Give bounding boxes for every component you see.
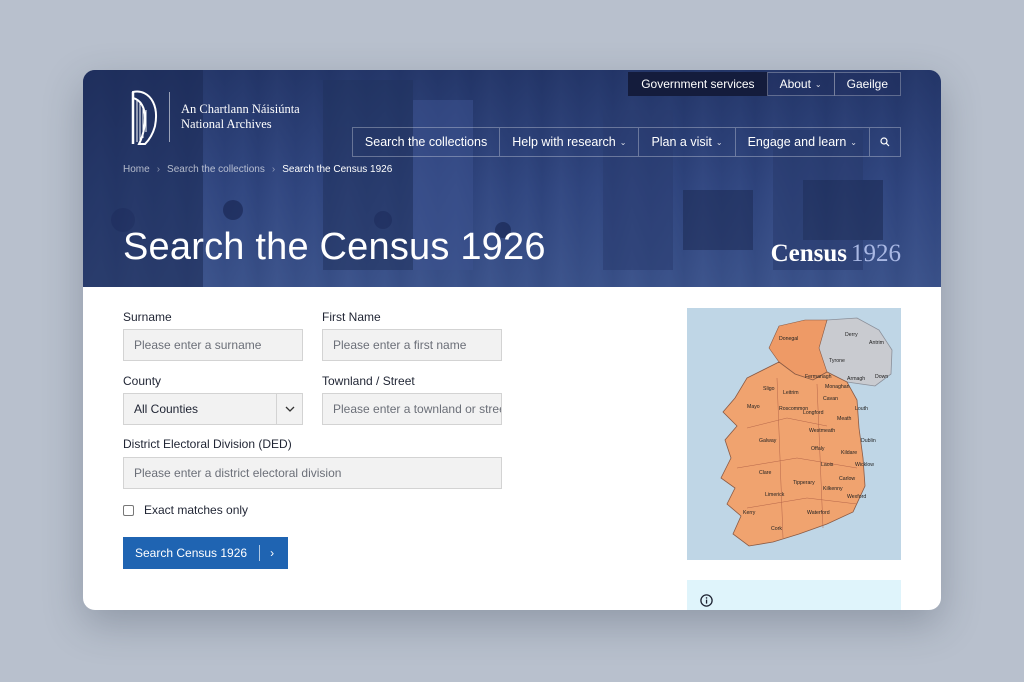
census-logo-word: Census — [770, 240, 847, 267]
info-icon — [700, 594, 713, 607]
button-divider — [259, 545, 261, 561]
search-icon — [880, 137, 890, 147]
chevron-down-icon — [285, 406, 294, 412]
map-label-kilkenny: Kilkenny — [823, 486, 843, 492]
select-chevron-icon — [276, 394, 302, 424]
map-label-antrim: Antrim — [869, 340, 884, 346]
about-menu[interactable]: About ⌄ — [766, 72, 835, 96]
firstname-label: First Name — [322, 310, 381, 324]
search-census-label: Search Census 1926 — [135, 546, 248, 560]
chevron-down-icon: ⌄ — [715, 137, 723, 147]
logo-english-name: National Archives — [181, 117, 272, 131]
site-header: An Chartlann Náisiúnta National Archives… — [83, 70, 941, 287]
map-label-armagh: Armagh — [847, 376, 865, 382]
map-label-clare: Clare — [759, 470, 772, 476]
exact-matches-label: Exact matches only — [144, 503, 249, 517]
map-label-donegal: Donegal — [779, 336, 798, 342]
map-label-waterford: Waterford — [807, 510, 830, 516]
nav-plan-visit[interactable]: Plan a visit ⌄ — [638, 127, 735, 157]
harp-icon — [131, 90, 158, 145]
logo-text: An Chartlann Náisiúnta National Archives — [181, 102, 300, 132]
chevron-down-icon: ⌄ — [850, 137, 857, 147]
map-label-offaly: Offaly — [811, 446, 825, 452]
chevron-right-icon: › — [270, 546, 275, 560]
surname-field[interactable]: Please enter a surname — [123, 329, 303, 361]
breadcrumb-search-collections[interactable]: Search the collections — [167, 164, 265, 175]
gaeilge-link[interactable]: Gaeilge — [833, 72, 901, 96]
map-label-cork: Cork — [771, 526, 782, 532]
county-selected-value: All Counties — [134, 402, 199, 416]
map-label-laois: Laois — [821, 462, 834, 468]
map-label-longford: Longford — [803, 410, 824, 416]
ded-field[interactable]: Please enter a district electoral divisi… — [123, 457, 502, 489]
map-label-derry: Derry — [845, 332, 858, 338]
townland-label: Townland / Street — [322, 374, 415, 388]
county-select[interactable]: All Counties — [123, 393, 303, 425]
map-label-leitrim: Leitrim — [783, 390, 799, 396]
info-notice — [687, 580, 901, 610]
map-label-meath: Meath — [837, 416, 852, 422]
firstname-placeholder: Please enter a first name — [333, 338, 467, 352]
page-title: Search the Census 1926 — [123, 226, 546, 268]
search-census-button[interactable]: Search Census 1926 › — [123, 537, 289, 569]
map-label-westmeath: Westmeath — [809, 428, 835, 434]
logo-divider — [169, 92, 170, 142]
map-label-carlow: Carlow — [839, 476, 855, 482]
surname-placeholder: Please enter a surname — [134, 338, 262, 352]
map-label-wexford: Wexford — [847, 494, 866, 500]
map-label-sligo: Sligo — [763, 386, 775, 392]
nav-search-collections[interactable]: Search the collections — [351, 127, 500, 157]
map-label-cavan: Cavan — [823, 396, 838, 402]
map-label-louth: Louth — [855, 406, 868, 412]
chevron-right-icon: › — [271, 164, 276, 175]
main-nav: Search the collections Help with researc… — [351, 127, 901, 157]
map-label-monaghan: Monaghan — [825, 384, 850, 390]
map-label-kerry: Kerry — [743, 510, 756, 516]
map-label-kildare: Kildare — [841, 450, 857, 456]
logo-irish-name: An Chartlann Náisiúnta — [181, 102, 300, 116]
exact-matches-option[interactable]: Exact matches only — [123, 503, 248, 517]
chevron-down-icon: ⌄ — [619, 137, 627, 147]
townland-field[interactable]: Please enter a townland or street — [322, 393, 502, 425]
ireland-map-graphic: Donegal Derry Antrim Tyrone Fermanagh Ar… — [720, 317, 893, 547]
ded-label: District Electoral Division (DED) — [123, 437, 292, 451]
nav-search-button[interactable] — [869, 127, 901, 157]
county-label: County — [123, 374, 162, 388]
map-label-limerick: Limerick — [765, 492, 785, 498]
nav-engage-learn[interactable]: Engage and learn ⌄ — [734, 127, 869, 157]
map-label-dublin: Dublin — [861, 438, 876, 444]
exact-matches-checkbox[interactable] — [123, 504, 134, 516]
firstname-field[interactable]: Please enter a first name — [322, 329, 502, 361]
census-1926-logo: Census 1926 — [771, 240, 901, 268]
browser-window: An Chartlann Náisiúnta National Archives… — [83, 70, 941, 610]
utility-nav: Government services About ⌄ Gaeilge — [628, 72, 901, 96]
surname-label: Surname — [123, 310, 172, 324]
map-label-galway: Galway — [759, 438, 777, 444]
chevron-down-icon: ⌄ — [814, 79, 822, 89]
townland-placeholder: Please enter a townland or street — [333, 402, 502, 416]
map-label-fermanagh: Fermanagh — [805, 374, 832, 380]
breadcrumb-home[interactable]: Home — [123, 164, 150, 175]
map-label-tipperary: Tipperary — [793, 480, 815, 486]
government-services-link[interactable]: Government services — [628, 72, 768, 96]
breadcrumb: Home › Search the collections › Search t… — [123, 164, 392, 175]
map-label-wicklow: Wicklow — [855, 462, 874, 468]
chevron-right-icon: › — [156, 164, 161, 175]
ded-placeholder: Please enter a district electoral divisi… — [134, 466, 342, 480]
nav-help-research[interactable]: Help with research ⌄ — [499, 127, 639, 157]
map-label-down: Down — [875, 374, 888, 380]
map-label-mayo: Mayo — [747, 404, 760, 410]
ireland-census-map[interactable]: Donegal Derry Antrim Tyrone Fermanagh Ar… — [687, 308, 901, 560]
breadcrumb-current: Search the Census 1926 — [282, 164, 393, 175]
map-label-tyrone: Tyrone — [829, 358, 845, 364]
national-archives-logo[interactable]: An Chartlann Náisiúnta National Archives — [123, 88, 300, 146]
census-logo-year: 1926 — [851, 240, 901, 267]
